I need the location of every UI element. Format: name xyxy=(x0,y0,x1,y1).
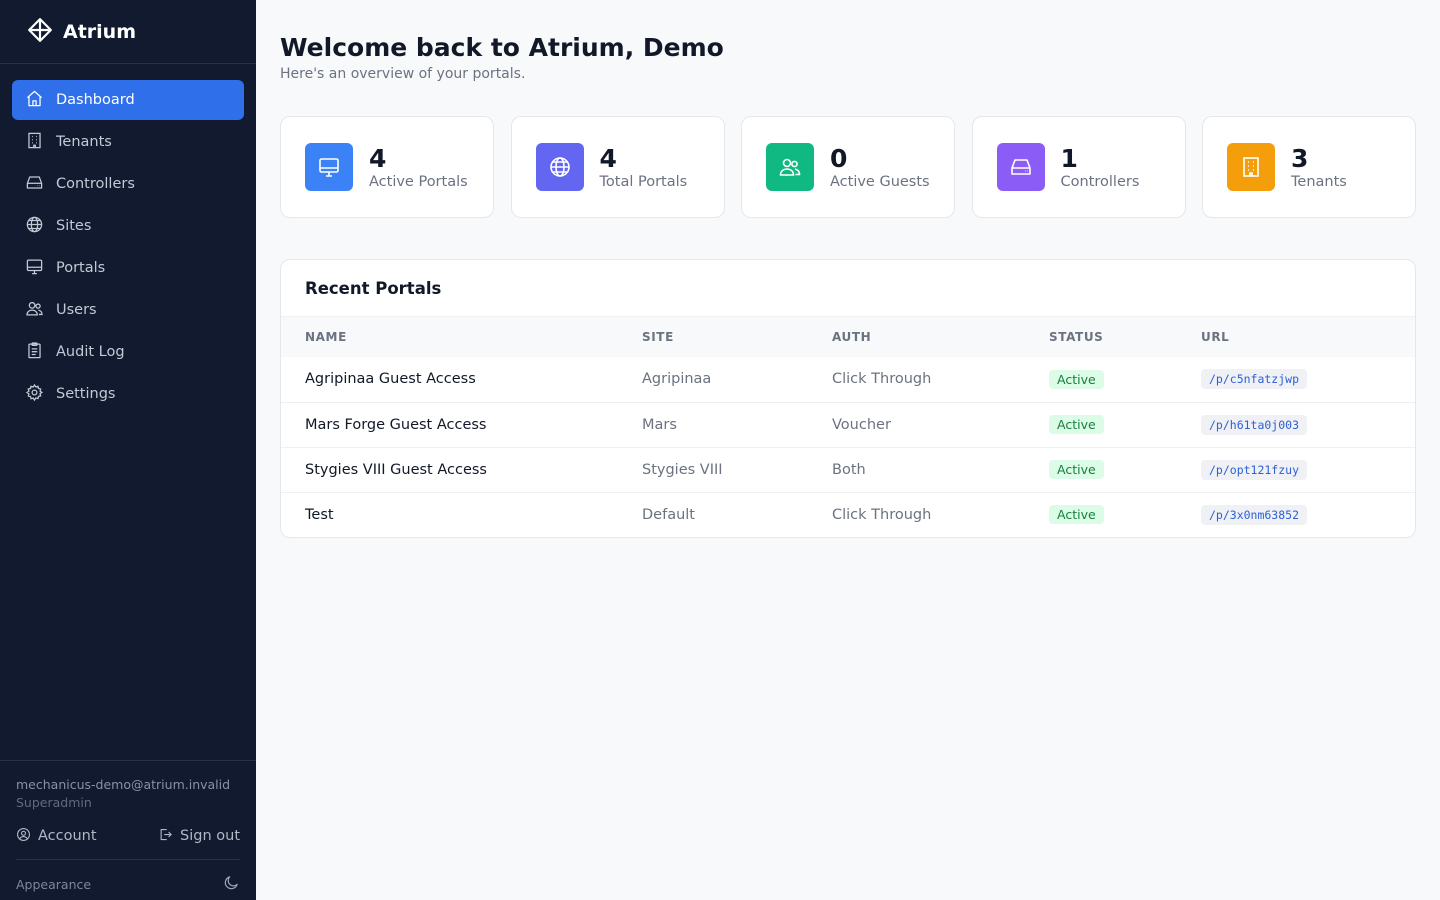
stat-label: Active Guests xyxy=(830,173,930,190)
building-icon xyxy=(25,131,44,154)
stat-label: Tenants xyxy=(1291,173,1347,190)
recent-portals-title: Recent Portals xyxy=(281,260,1415,317)
sidebar-item-label: Users xyxy=(56,302,97,318)
brand[interactable]: Atrium xyxy=(0,0,256,64)
stat-value: 3 xyxy=(1291,143,1309,173)
recent-portals-card: Recent Portals NAME SITE AUTH STATUS URL… xyxy=(280,259,1416,538)
sidebar-item-label: Sites xyxy=(56,218,92,234)
user-circle-icon xyxy=(16,827,38,846)
sidebar-user-panel: mechanicus-demo@atrium.invalid Superadmi… xyxy=(0,760,256,900)
stat-value: 4 xyxy=(599,143,617,173)
sidebar-item-settings[interactable]: Settings xyxy=(12,374,244,414)
sidebar-item-label: Settings xyxy=(56,386,116,402)
globe-icon xyxy=(535,143,584,191)
stat-label: Active Portals xyxy=(369,173,468,190)
table-row[interactable]: Mars Forge Guest Access Mars Voucher Act… xyxy=(281,401,1415,447)
portal-auth: Both xyxy=(832,446,1049,492)
stat-card-active-portals: 4 Active Portals xyxy=(280,116,494,218)
sign-out-icon xyxy=(158,827,180,846)
table-header-row: NAME SITE AUTH STATUS URL xyxy=(281,317,1415,357)
home-icon xyxy=(25,89,44,112)
column-header-status: STATUS xyxy=(1049,317,1201,357)
stats-row: 4 Active Portals 4 Total Portals 0 Activ… xyxy=(280,116,1416,218)
stat-card-active-guests: 0 Active Guests xyxy=(741,116,955,218)
account-link[interactable]: Account xyxy=(16,827,97,846)
monitor-icon xyxy=(305,143,353,191)
sidebar-item-label: Portals xyxy=(56,260,106,276)
hard-drive-icon xyxy=(996,143,1045,191)
status-badge: Active xyxy=(1049,369,1104,389)
moon-icon[interactable] xyxy=(223,874,240,895)
portal-auth: Click Through xyxy=(832,371,932,388)
user-role: Superadmin xyxy=(16,795,92,810)
globe-icon xyxy=(25,215,44,238)
status-badge: Active xyxy=(1049,415,1104,434)
sidebar: Atrium Dashboard Tenants Controllers Sit… xyxy=(0,0,256,900)
stat-label: Total Portals xyxy=(599,173,688,190)
users-icon xyxy=(766,143,814,191)
app-name: Atrium xyxy=(63,20,136,43)
sidebar-item-label: Dashboard xyxy=(56,92,135,108)
sign-out-label: Sign out xyxy=(180,828,240,844)
sidebar-item-label: Audit Log xyxy=(56,344,125,360)
status-badge: Active xyxy=(1049,505,1104,525)
sidebar-item-portals[interactable]: Portals xyxy=(12,248,244,288)
table-row[interactable]: Stygies VIII Guest Access Stygies VIII B… xyxy=(281,446,1415,492)
portal-site: Mars xyxy=(642,401,832,447)
portal-site: Agripinaa xyxy=(642,371,712,388)
status-badge: Active xyxy=(1049,460,1104,479)
building-icon xyxy=(1227,143,1275,191)
portal-url-link[interactable]: /p/c5nfatzjwp xyxy=(1201,369,1308,390)
account-label: Account xyxy=(38,828,97,844)
monitor-icon xyxy=(25,257,44,280)
portal-url-link[interactable]: /p/3x0nm63852 xyxy=(1201,504,1308,525)
sidebar-nav: Dashboard Tenants Controllers Sites Port… xyxy=(0,64,256,414)
sign-out-button[interactable]: Sign out xyxy=(158,827,240,846)
portal-name: Agripinaa Guest Access xyxy=(305,371,476,388)
portal-auth: Voucher xyxy=(832,401,1049,447)
sidebar-item-sites[interactable]: Sites xyxy=(12,206,244,246)
user-email: mechanicus-demo@atrium.invalid xyxy=(16,777,231,792)
portal-auth: Click Through xyxy=(832,491,1049,537)
sidebar-item-controllers[interactable]: Controllers xyxy=(12,164,244,204)
sidebar-item-tenants[interactable]: Tenants xyxy=(12,122,244,162)
table-row[interactable]: Test Default Click Through Active /p/3x0… xyxy=(281,491,1415,537)
recent-portals-table: NAME SITE AUTH STATUS URL Agripinaa Gues… xyxy=(281,317,1415,537)
stat-card-total-portals: 4 Total Portals xyxy=(510,116,725,218)
portal-url-link[interactable]: /p/h61ta0j003 xyxy=(1201,414,1308,435)
sidebar-item-dashboard[interactable]: Dashboard xyxy=(12,80,244,120)
table-row[interactable]: Agripinaa Guest Access Agripinaa Click T… xyxy=(281,357,1415,402)
portal-name: Mars Forge Guest Access xyxy=(281,401,642,447)
users-icon xyxy=(25,299,44,322)
main-content: Welcome back to Atrium, Demo Here's an o… xyxy=(280,0,1416,538)
hard-drive-icon xyxy=(25,173,44,196)
portal-site: Stygies VIII xyxy=(642,446,832,492)
sidebar-item-label: Tenants xyxy=(56,134,112,150)
stat-value: 4 xyxy=(369,143,387,173)
stat-card-controllers: 1 Controllers xyxy=(971,116,1186,218)
stat-label: Controllers xyxy=(1060,173,1140,190)
atrium-logo-icon xyxy=(27,17,53,47)
clipboard-icon xyxy=(25,341,44,364)
page-subtitle: Here's an overview of your portals. xyxy=(280,66,526,82)
page-title: Welcome back to Atrium, Demo xyxy=(280,33,724,62)
portal-url-link[interactable]: /p/opt121fzuy xyxy=(1201,459,1308,480)
sidebar-item-label: Controllers xyxy=(56,176,135,192)
portal-site: Default xyxy=(642,491,832,537)
stat-value: 1 xyxy=(1060,143,1078,173)
gear-icon xyxy=(25,383,44,406)
stat-card-tenants: 3 Tenants xyxy=(1202,116,1416,218)
column-header-name: NAME xyxy=(281,317,642,357)
portal-name: Test xyxy=(281,491,642,537)
portal-name: Stygies VIII Guest Access xyxy=(281,446,642,492)
stat-value: 0 xyxy=(830,143,848,173)
sidebar-item-users[interactable]: Users xyxy=(12,290,244,330)
column-header-auth: AUTH xyxy=(832,317,1049,357)
sidebar-item-audit-log[interactable]: Audit Log xyxy=(12,332,244,372)
column-header-url: URL xyxy=(1201,317,1415,357)
appearance-label: Appearance xyxy=(16,877,92,892)
column-header-site: SITE xyxy=(642,317,832,357)
